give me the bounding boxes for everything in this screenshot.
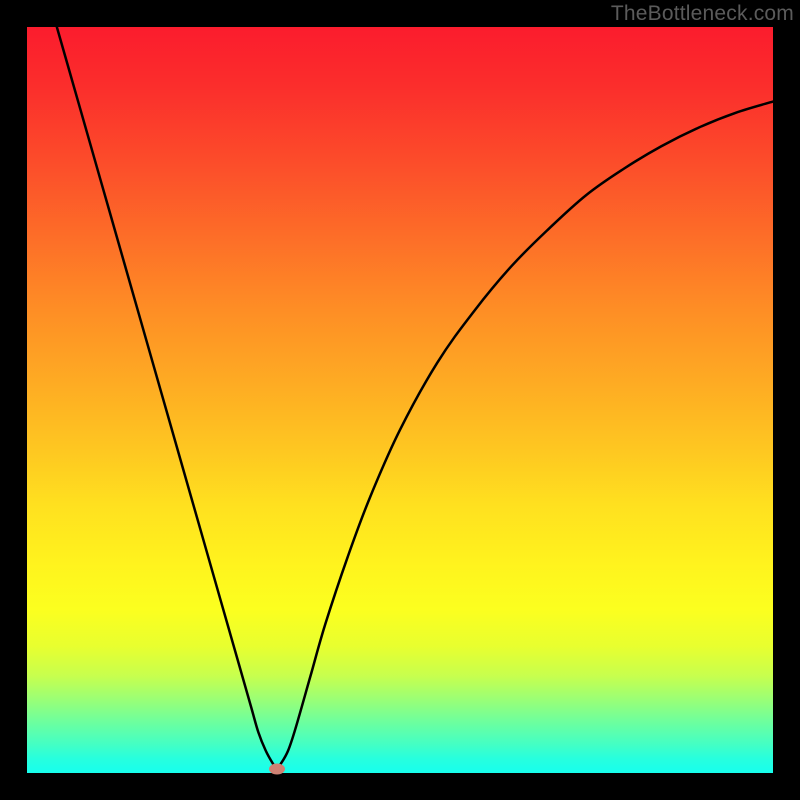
chart-frame	[27, 27, 773, 773]
optimal-point-marker	[269, 763, 285, 774]
curve-path	[57, 27, 773, 769]
watermark-text: TheBottleneck.com	[611, 2, 794, 26]
bottleneck-curve	[27, 27, 773, 773]
